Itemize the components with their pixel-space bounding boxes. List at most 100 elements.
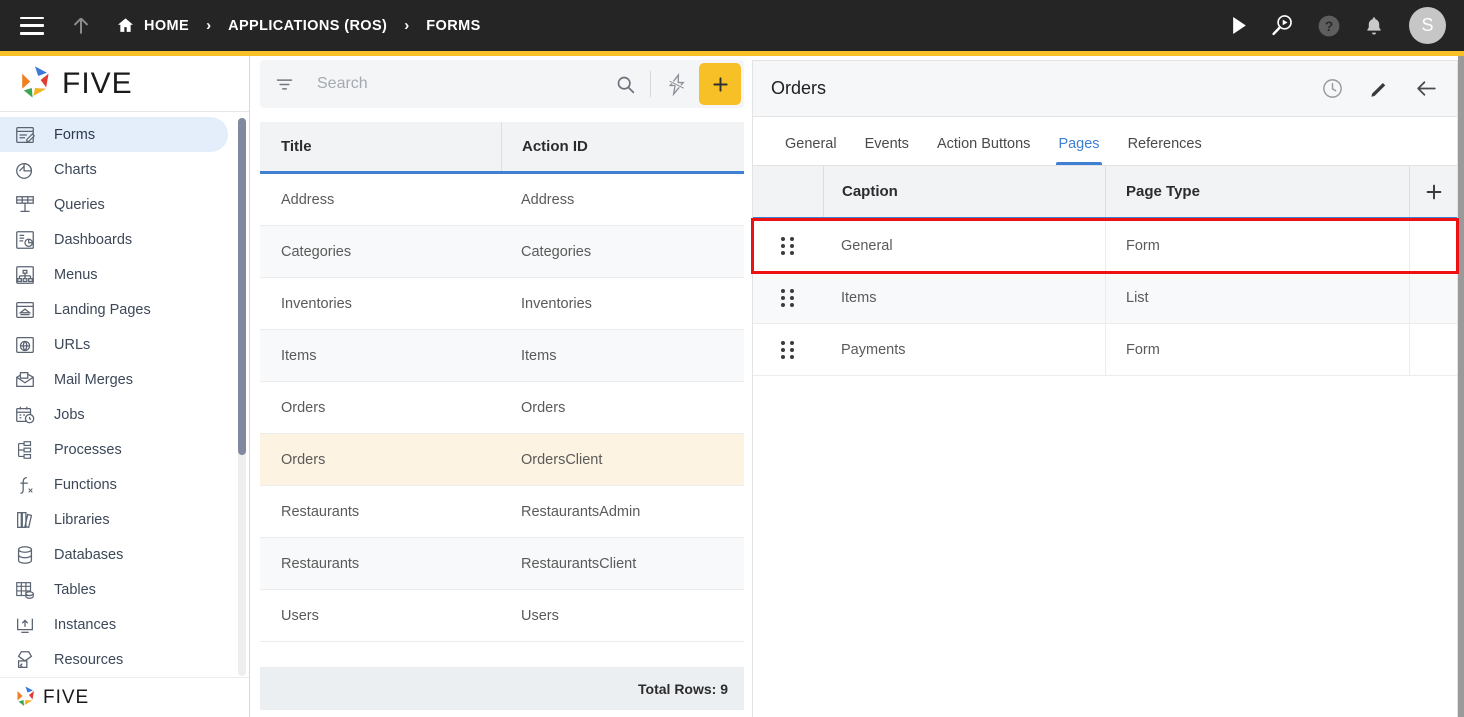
sidebar-item-menus[interactable]: Menus — [0, 257, 228, 292]
brand-name: FIVE — [62, 66, 133, 100]
drag-handle-icon[interactable] — [753, 272, 823, 323]
cell-title: Restaurants — [281, 503, 360, 520]
libraries-icon — [12, 507, 38, 533]
sidebar-item-urls[interactable]: URLs — [0, 327, 228, 362]
sidebar-item-landing-pages[interactable]: Landing Pages — [0, 292, 228, 327]
page-title: Orders — [771, 78, 827, 98]
sidebar-item-label-urls: URLs — [54, 336, 91, 353]
table-row[interactable]: Orders Orders — [260, 382, 744, 434]
sidebar-item-libraries[interactable]: Libraries — [0, 502, 228, 537]
pages-table-row[interactable]: Payments Form — [753, 324, 1457, 376]
total-rows-label: Total Rows: 9 — [638, 681, 728, 697]
forms-icon — [12, 122, 38, 148]
sidebar-footer-brand-name: FIVE — [43, 686, 90, 708]
sidebar-item-instances[interactable]: Instances — [0, 607, 228, 642]
add-record-button[interactable] — [699, 63, 741, 105]
dashboards-icon — [12, 227, 38, 253]
sidebar-item-jobs[interactable]: Jobs — [0, 397, 228, 432]
sidebar-item-resources[interactable]: Resources — [0, 642, 228, 677]
svg-text:?: ? — [1325, 18, 1334, 34]
cell-title: Address — [281, 191, 335, 208]
resources-icon — [12, 647, 38, 673]
cell-title: Restaurants — [281, 555, 360, 572]
column-header-page-type[interactable]: Page Type — [1105, 166, 1409, 217]
tab-events[interactable]: Events — [851, 136, 923, 165]
landing-pages-icon — [12, 297, 38, 323]
table-row[interactable]: Restaurants RestaurantsClient — [260, 538, 744, 590]
add-page-button[interactable] — [1409, 166, 1457, 217]
cell-page-type: Form — [1105, 324, 1409, 375]
sidebar-item-dashboards[interactable]: Dashboards — [0, 222, 228, 257]
drag-handle-icon[interactable] — [753, 324, 823, 375]
sidebar-item-forms[interactable]: Forms — [0, 117, 228, 152]
avatar[interactable]: S — [1409, 7, 1446, 44]
cell-action-id: Categories — [521, 243, 592, 260]
filter-icon[interactable] — [274, 74, 295, 95]
help-icon[interactable]: ? — [1317, 14, 1341, 38]
notifications-bell-icon[interactable] — [1363, 15, 1385, 37]
page-scrollbar[interactable] — [1458, 56, 1464, 717]
table-row[interactable]: Categories Categories — [260, 226, 744, 278]
table-row-selected[interactable]: Orders OrdersClient — [260, 434, 744, 486]
grid-header-row: Title Action ID — [260, 122, 744, 174]
sidebar-item-label-menus: Menus — [54, 266, 98, 283]
back-arrow-icon[interactable] — [1414, 76, 1439, 101]
sidebar-item-charts[interactable]: Charts — [0, 152, 228, 187]
pages-table-row[interactable]: Items List — [753, 272, 1457, 324]
sidebar-item-mail-merges[interactable]: Mail Merges — [0, 362, 228, 397]
table-row[interactable]: Items Items — [260, 330, 744, 382]
column-header-action-id[interactable]: Action ID — [501, 122, 744, 171]
search-input[interactable] — [295, 75, 608, 93]
edit-pencil-icon[interactable] — [1368, 78, 1390, 100]
grid-footer: Total Rows: 9 — [260, 668, 744, 710]
table-row[interactable]: Users Users — [260, 590, 744, 642]
sidebar-scrollbar-thumb[interactable] — [238, 118, 246, 455]
lightning-bolt-icon[interactable] — [659, 72, 693, 96]
sidebar-item-label-queries: Queries — [54, 196, 105, 213]
sidebar-item-functions[interactable]: Functions — [0, 467, 228, 502]
cell-caption: General — [841, 237, 893, 254]
tab-pages[interactable]: Pages — [1044, 136, 1113, 165]
jobs-icon — [12, 402, 38, 428]
instances-icon — [12, 612, 38, 638]
drag-handle-icon[interactable] — [753, 220, 823, 271]
app-root: HOME › APPLICATIONS (ROS) › FORMS ? S FI… — [0, 0, 1464, 717]
cell-title: Users — [281, 607, 319, 624]
tab-references[interactable]: References — [1114, 136, 1216, 165]
column-header-title[interactable]: Title — [260, 122, 501, 171]
table-row[interactable]: Restaurants RestaurantsAdmin — [260, 486, 744, 538]
sidebar-item-label-mail-merges: Mail Merges — [54, 371, 133, 388]
preview-search-icon[interactable] — [1270, 13, 1295, 38]
cell-title: Inventories — [281, 295, 352, 312]
top-bar-actions: ? S — [1231, 7, 1464, 44]
sidebar-item-processes[interactable]: Processes — [0, 432, 228, 467]
breadcrumb-item-applications[interactable]: APPLICATIONS (ROS) — [228, 18, 387, 34]
breadcrumb-label-forms: FORMS — [426, 17, 481, 34]
breadcrumb-item-home[interactable]: HOME — [116, 16, 189, 35]
run-icon[interactable] — [1231, 16, 1248, 35]
tables-icon — [12, 577, 38, 603]
sidebar-item-label-dashboards: Dashboards — [54, 231, 133, 248]
cell-actions — [1409, 272, 1457, 323]
history-clock-icon[interactable] — [1321, 77, 1344, 100]
five-logo-icon — [22, 65, 49, 98]
tab-general[interactable]: General — [771, 136, 851, 165]
sidebar-item-queries[interactable]: Queries — [0, 187, 228, 222]
cell-action-id: Items — [521, 347, 557, 364]
cell-actions — [1409, 324, 1457, 375]
sidebar-item-label-processes: Processes — [54, 441, 122, 458]
sidebar-item-databases[interactable]: Databases — [0, 537, 228, 572]
cell-action-id: OrdersClient — [521, 451, 603, 468]
hamburger-menu-icon[interactable] — [20, 16, 44, 35]
sidebar-item-tables[interactable]: Tables — [0, 572, 228, 607]
table-row[interactable]: Inventories Inventories — [260, 278, 744, 330]
arrow-up-icon[interactable] — [68, 13, 94, 39]
search-icon[interactable] — [608, 74, 642, 95]
table-row[interactable]: Address Address — [260, 174, 744, 226]
column-header-caption[interactable]: Caption — [823, 166, 1105, 217]
pages-table-row-highlighted[interactable]: General Form — [751, 218, 1459, 274]
sidebar-footer-logo: FIVE — [0, 677, 249, 717]
breadcrumb-item-forms[interactable]: FORMS — [426, 18, 480, 34]
sidebar-item-label-databases: Databases — [54, 546, 124, 563]
tab-action-buttons[interactable]: Action Buttons — [923, 136, 1045, 165]
